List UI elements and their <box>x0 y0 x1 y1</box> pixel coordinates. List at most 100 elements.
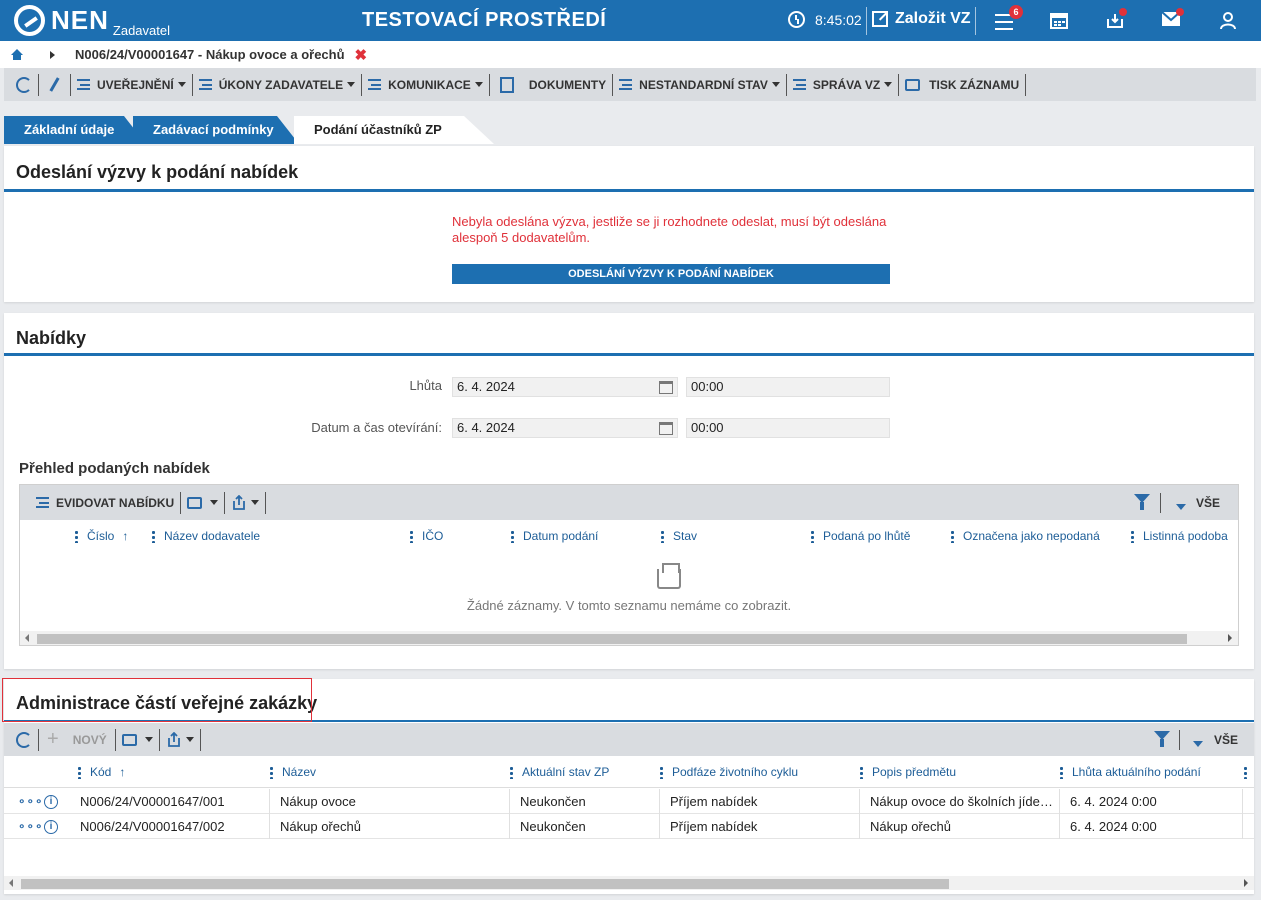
calendar-button[interactable] <box>1050 12 1070 30</box>
nen-logo[interactable]: NEN Zadavatel <box>14 5 170 38</box>
refresh-button[interactable] <box>4 73 39 96</box>
cell-code: N006/24/V00001647/001 <box>80 794 225 809</box>
chevron-right-icon <box>50 50 55 59</box>
scroll-right-icon[interactable] <box>1228 634 1232 642</box>
export-menu-button[interactable] <box>225 491 267 514</box>
tab-tender-conditions[interactable]: Zadávací podmínky <box>133 116 299 144</box>
menu-nonstandard-state[interactable]: NESTANDARDNÍ STAV <box>613 73 787 96</box>
column-label: Listinná podoba <box>1143 529 1228 543</box>
column-number[interactable]: Číslo ↑ <box>75 520 128 552</box>
column-menu-icon[interactable] <box>152 529 155 543</box>
calendar-icon[interactable] <box>659 381 673 394</box>
column-subject-description[interactable]: Popis předmětu <box>860 756 956 788</box>
scroll-right-icon[interactable] <box>1244 879 1248 887</box>
column-marked-unsubmitted[interactable]: Označena jako nepodaná <box>951 520 1100 552</box>
view-all-label[interactable]: VŠE <box>1214 733 1238 747</box>
divider <box>866 7 867 35</box>
filter-button[interactable] <box>1154 731 1170 747</box>
session-clock: 8:45:02 <box>788 11 862 28</box>
column-current-state[interactable]: Aktuální stav ZP <box>510 756 609 788</box>
opening-date-field[interactable]: 6. 4. 2024 <box>452 418 678 438</box>
menu-documents[interactable]: DOKUMENTY <box>490 73 614 96</box>
menu-contracting-actions[interactable]: ÚKONY ZADAVATELE <box>193 73 363 96</box>
column-menu-icon[interactable] <box>78 765 81 779</box>
filter-button[interactable] <box>1134 494 1150 510</box>
edit-button[interactable] <box>39 73 71 96</box>
column-menu-icon[interactable] <box>510 765 513 779</box>
column-code[interactable]: Kód ↑ <box>78 756 125 788</box>
column-menu-icon[interactable] <box>75 529 78 543</box>
messages-button[interactable] <box>1161 8 1184 30</box>
scrollbar-thumb[interactable] <box>21 879 949 889</box>
calendar-icon <box>1050 13 1068 29</box>
row-actions-icon[interactable]: ∘∘∘ <box>18 789 44 814</box>
view-dropdown[interactable] <box>1193 736 1203 750</box>
calendar-icon[interactable] <box>659 422 673 435</box>
scroll-left-icon[interactable] <box>9 879 13 887</box>
scroll-left-icon[interactable] <box>25 634 29 642</box>
breadcrumb-current[interactable]: N006/24/V00001647 - Nákup ovoce a ořechů <box>75 47 345 62</box>
column-current-deadline[interactable]: Lhůta aktuálního podání <box>1060 756 1201 788</box>
row-detail-button[interactable]: i <box>44 819 58 834</box>
create-procurement-label: Založit VZ <box>895 10 971 27</box>
column-status[interactable]: Stav <box>661 520 697 552</box>
environment-title: TESTOVACÍ PROSTŘEDÍ <box>362 9 607 31</box>
tab-basic-info[interactable]: Základní údaje <box>4 116 146 144</box>
table-row[interactable]: ∘∘∘ i N006/24/V00001647/001 Nákup ovoce … <box>4 789 1254 814</box>
horizontal-scrollbar[interactable] <box>20 631 1238 645</box>
print-menu-button[interactable] <box>181 491 226 514</box>
close-icon[interactable]: ✖ <box>355 46 368 64</box>
column-lifecycle-subphase[interactable]: Podfáze životního cyklu <box>660 756 798 788</box>
send-invitation-button[interactable]: ODESLÁNÍ VÝZVY K PODÁNÍ NABÍDEK <box>452 264 890 284</box>
export-menu-button[interactable] <box>160 728 201 751</box>
column-ico[interactable]: IČO <box>410 520 443 552</box>
menu-publication[interactable]: UVEŘEJNĚNÍ <box>71 73 193 96</box>
print-menu-button[interactable] <box>116 728 160 751</box>
column-supplier-name[interactable]: Název dodavatele <box>152 520 260 552</box>
column-menu-icon[interactable] <box>660 765 663 779</box>
horizontal-scrollbar[interactable] <box>4 876 1254 890</box>
column-menu-icon[interactable] <box>270 765 273 779</box>
refresh-icon <box>16 76 32 93</box>
column-more[interactable] <box>1244 756 1256 788</box>
list-icon <box>368 79 382 90</box>
column-menu-icon[interactable] <box>860 765 863 779</box>
user-button[interactable] <box>1220 12 1240 30</box>
refresh-button[interactable] <box>4 728 39 751</box>
column-menu-icon[interactable] <box>661 529 664 543</box>
menu-button[interactable]: 6 <box>995 5 1023 32</box>
deadline-date-field[interactable]: 6. 4. 2024 <box>452 377 678 397</box>
deadline-time-field[interactable]: 00:00 <box>686 377 890 397</box>
column-submission-date[interactable]: Datum podání <box>511 520 598 552</box>
create-procurement-button[interactable]: Založit VZ <box>872 10 971 28</box>
column-paper-form[interactable]: Listinná podoba <box>1131 520 1238 552</box>
view-dropdown[interactable] <box>1176 499 1186 513</box>
register-offer-button[interactable]: EVIDOVAT NABÍDKU <box>20 491 182 514</box>
column-label: IČO <box>422 529 444 543</box>
column-menu-icon[interactable] <box>951 529 954 543</box>
view-all-label[interactable]: VŠE <box>1196 496 1220 510</box>
table-row[interactable]: ∘∘∘ i N006/24/V00001647/002 Nákup ořechů… <box>4 814 1254 839</box>
column-late-submission[interactable]: Podaná po lhůtě <box>811 520 910 552</box>
menu-communication[interactable]: KOMUNIKACE <box>362 73 490 96</box>
column-menu-icon[interactable] <box>811 529 814 543</box>
column-menu-icon[interactable] <box>511 529 514 543</box>
scrollbar-thumb[interactable] <box>37 634 1187 644</box>
menu-print-record[interactable]: TISK ZÁZNAMU <box>899 73 1027 96</box>
menu-procurement-management[interactable]: SPRÁVA VZ <box>787 73 900 96</box>
parts-grid-header: Kód ↑ Název Aktuální stav ZP Podfáze živo… <box>4 756 1254 788</box>
clock-time: 8:45:02 <box>815 11 862 28</box>
new-part-button[interactable]: + NOVÝ <box>39 728 116 751</box>
opening-time-field[interactable]: 00:00 <box>686 418 890 438</box>
offers-grid-header: Číslo ↑ Název dodavatele IČO Datum podání… <box>20 520 1238 552</box>
column-menu-icon[interactable] <box>1244 765 1247 779</box>
row-detail-button[interactable]: i <box>44 794 58 809</box>
column-name[interactable]: Název <box>270 756 316 788</box>
column-menu-icon[interactable] <box>1060 765 1063 779</box>
inbox-button[interactable] <box>1106 8 1127 30</box>
home-icon[interactable] <box>11 49 23 60</box>
tab-participant-submissions[interactable]: Podání účastníků ZP <box>294 116 494 144</box>
column-menu-icon[interactable] <box>410 529 413 543</box>
column-menu-icon[interactable] <box>1131 529 1134 543</box>
row-actions-icon[interactable]: ∘∘∘ <box>18 814 44 839</box>
